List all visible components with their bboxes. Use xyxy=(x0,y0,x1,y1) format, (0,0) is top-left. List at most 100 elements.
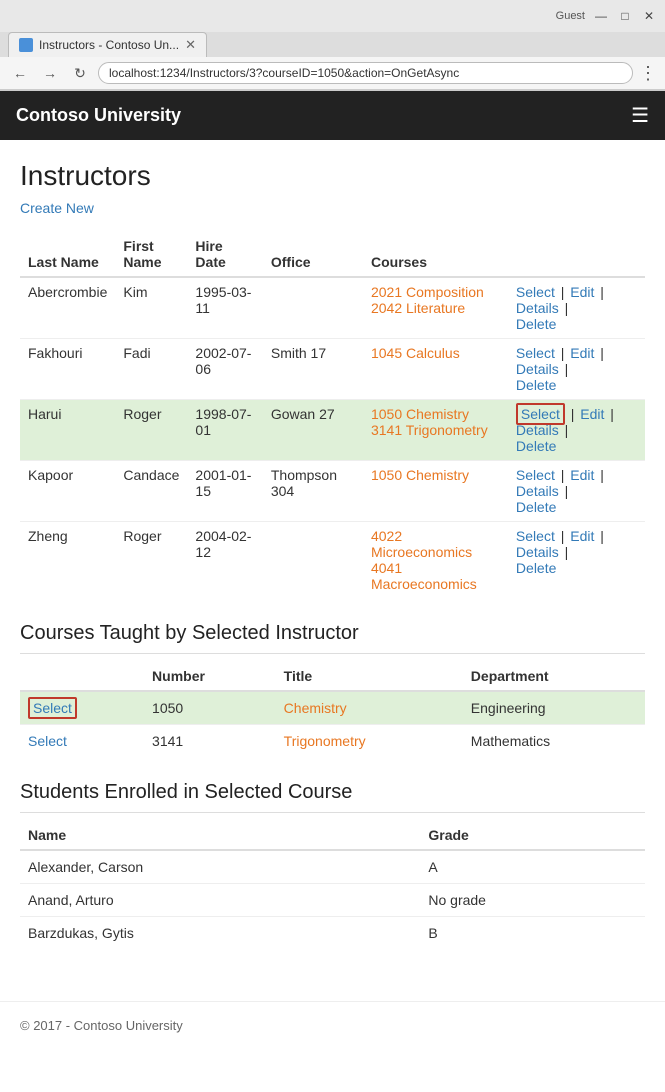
courses-header-row: Number Title Department xyxy=(20,662,645,691)
details-link[interactable]: Details xyxy=(516,544,559,560)
cell-last-name: Kapoor xyxy=(20,461,115,522)
select-link[interactable]: Select xyxy=(516,345,555,361)
forward-button[interactable]: → xyxy=(38,61,62,85)
more-options-button[interactable]: ⋮ xyxy=(639,63,657,84)
browser-tab[interactable]: Instructors - Contoso Un... ✕ xyxy=(8,32,207,57)
cell-hire-date: 1998-07-01 xyxy=(187,400,262,461)
col-hire-date: HireDate xyxy=(187,232,262,277)
maximize-button[interactable]: □ xyxy=(617,8,633,24)
delete-link[interactable]: Delete xyxy=(516,377,556,393)
tab-title: Instructors - Contoso Un... xyxy=(39,38,179,52)
delete-link[interactable]: Delete xyxy=(516,560,556,576)
table-row: Abercrombie Kim 1995-03-11 2021 Composit… xyxy=(20,277,645,339)
nav-header: Contoso University ☰ xyxy=(0,91,665,140)
cell-courses: 1045 Calculus xyxy=(363,339,508,400)
edit-link[interactable]: Edit xyxy=(570,467,594,483)
cell-first-name: Roger xyxy=(115,400,187,461)
cell-actions: Select | Edit | Details | Delete xyxy=(508,400,645,461)
table-row: Barzdukas, Gytis B xyxy=(20,917,645,950)
edit-link[interactable]: Edit xyxy=(570,345,594,361)
students-table: Name Grade Alexander, Carson A Anand, Ar… xyxy=(20,821,645,949)
url-input[interactable] xyxy=(98,62,633,84)
cell-select: Select xyxy=(20,725,144,758)
address-bar: ← → ↻ ⋮ xyxy=(0,57,665,90)
cell-first-name: Candace xyxy=(115,461,187,522)
cell-student-name: Anand, Arturo xyxy=(20,884,420,917)
select-link[interactable]: Select xyxy=(516,284,555,300)
course-select-link[interactable]: Select xyxy=(28,733,67,749)
col-courses: Courses xyxy=(363,232,508,277)
col-office: Office xyxy=(263,232,363,277)
delete-link[interactable]: Delete xyxy=(516,438,556,454)
courses-col-dept: Department xyxy=(463,662,645,691)
courses-section: Courses Taught by Selected Instructor Nu… xyxy=(20,622,645,757)
create-new-link[interactable]: Create New xyxy=(20,200,94,216)
cell-office: Smith 17 xyxy=(263,339,363,400)
browser-chrome: Guest — □ ✕ Instructors - Contoso Un... … xyxy=(0,0,665,91)
table-row: Select 3141 Trigonometry Mathematics xyxy=(20,725,645,758)
cell-number: 1050 xyxy=(144,691,276,725)
cell-last-name: Harui xyxy=(20,400,115,461)
cell-number: 3141 xyxy=(144,725,276,758)
details-link[interactable]: Details xyxy=(516,300,559,316)
cell-hire-date: 1995-03-11 xyxy=(187,277,262,339)
details-link[interactable]: Details xyxy=(516,422,559,438)
cell-student-name: Barzdukas, Gytis xyxy=(20,917,420,950)
delete-link[interactable]: Delete xyxy=(516,316,556,332)
refresh-button[interactable]: ↻ xyxy=(68,61,92,85)
page-title: Instructors xyxy=(20,160,645,192)
cell-student-grade: No grade xyxy=(420,884,645,917)
instructors-header-row: Last Name FirstName HireDate Office Cour… xyxy=(20,232,645,277)
table-row: Fakhouri Fadi 2002-07-06 Smith 17 1045 C… xyxy=(20,339,645,400)
cell-actions: Select | Edit | Details | Delete xyxy=(508,277,645,339)
course-select-link[interactable]: Select xyxy=(28,697,77,719)
delete-link[interactable]: Delete xyxy=(516,499,556,515)
cell-first-name: Kim xyxy=(115,277,187,339)
cell-student-grade: A xyxy=(420,850,645,884)
cell-department: Mathematics xyxy=(463,725,645,758)
close-button[interactable]: ✕ xyxy=(641,8,657,24)
cell-office xyxy=(263,277,363,339)
cell-courses: 1050 Chemistry xyxy=(363,461,508,522)
cell-hire-date: 2001-01-15 xyxy=(187,461,262,522)
minimize-button[interactable]: — xyxy=(593,8,609,24)
cell-select: Select xyxy=(20,691,144,725)
instructors-table: Last Name FirstName HireDate Office Cour… xyxy=(20,232,645,598)
details-link[interactable]: Details xyxy=(516,361,559,377)
students-col-grade: Grade xyxy=(420,821,645,850)
details-link[interactable]: Details xyxy=(516,483,559,499)
students-col-name: Name xyxy=(20,821,420,850)
edit-link[interactable]: Edit xyxy=(580,406,604,422)
back-button[interactable]: ← xyxy=(8,61,32,85)
table-row: Select 1050 Chemistry Engineering xyxy=(20,691,645,725)
hamburger-menu[interactable]: ☰ xyxy=(631,103,649,128)
cell-title: Chemistry xyxy=(276,691,463,725)
footer: © 2017 - Contoso University xyxy=(0,1001,665,1049)
students-section: Students Enrolled in Selected Course Nam… xyxy=(20,781,645,949)
cell-actions: Select | Edit | Details | Delete xyxy=(508,461,645,522)
courses-col-title: Title xyxy=(276,662,463,691)
students-section-title: Students Enrolled in Selected Course xyxy=(20,781,645,813)
cell-first-name: Fadi xyxy=(115,339,187,400)
cell-courses: 1050 Chemistry3141 Trigonometry xyxy=(363,400,508,461)
col-first-name: FirstName xyxy=(115,232,187,277)
cell-courses: 4022 Microeconomics4041 Macroeconomics xyxy=(363,522,508,599)
courses-section-title: Courses Taught by Selected Instructor xyxy=(20,622,645,654)
user-label: Guest xyxy=(556,10,585,22)
table-row: Kapoor Candace 2001-01-15 Thompson 304 1… xyxy=(20,461,645,522)
edit-link[interactable]: Edit xyxy=(570,528,594,544)
courses-col-number: Number xyxy=(144,662,276,691)
cell-first-name: Roger xyxy=(115,522,187,599)
tab-close-button[interactable]: ✕ xyxy=(185,37,196,53)
cell-last-name: Abercrombie xyxy=(20,277,115,339)
courses-table: Number Title Department Select 1050 Chem… xyxy=(20,662,645,757)
cell-last-name: Fakhouri xyxy=(20,339,115,400)
title-bar: Guest — □ ✕ xyxy=(0,0,665,32)
edit-link[interactable]: Edit xyxy=(570,284,594,300)
select-link[interactable]: Select xyxy=(516,467,555,483)
cell-office xyxy=(263,522,363,599)
cell-courses: 2021 Composition2042 Literature xyxy=(363,277,508,339)
cell-office: Thompson 304 xyxy=(263,461,363,522)
select-link[interactable]: Select xyxy=(516,528,555,544)
site-title: Contoso University xyxy=(16,105,181,126)
